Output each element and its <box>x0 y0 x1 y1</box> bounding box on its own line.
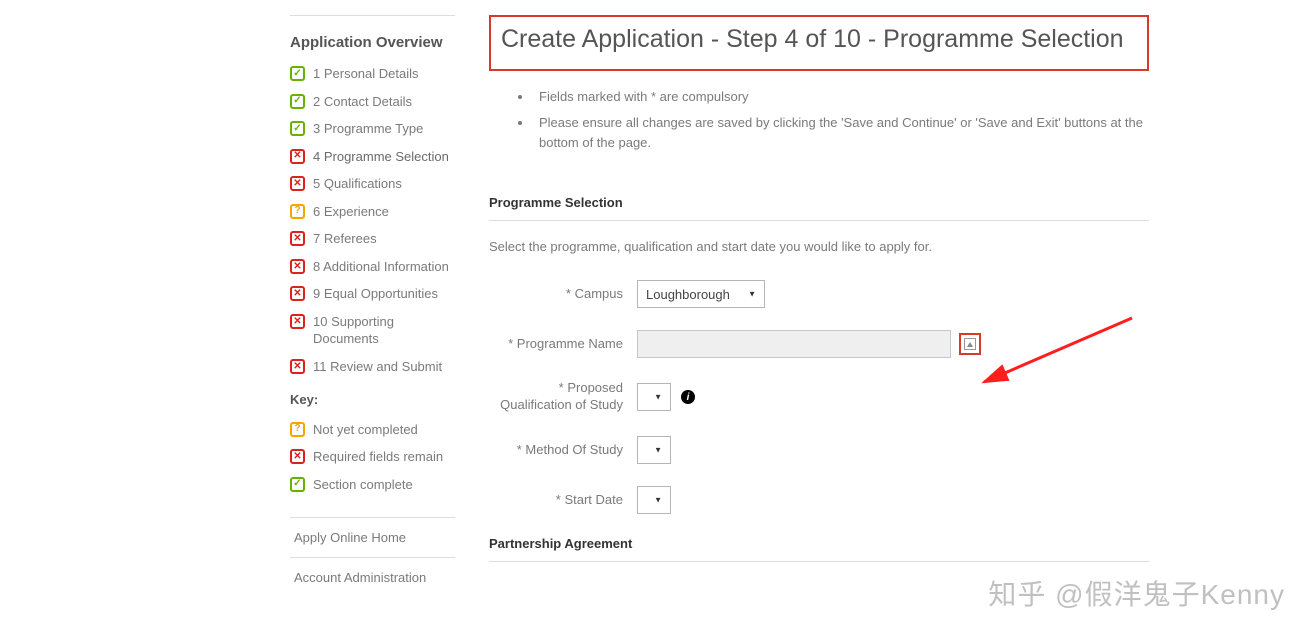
info-item: Fields marked with * are compulsory <box>533 87 1149 107</box>
sidebar-step[interactable]: 7 Referees <box>290 230 455 248</box>
start-date-row: * Start Date <box>489 486 1149 514</box>
programme-name-input[interactable] <box>637 330 951 358</box>
qualification-row: * Proposed Qualification of Study i <box>489 380 1149 414</box>
key-item: Section complete <box>290 476 455 494</box>
page-title-box: Create Application - Step 4 of 10 - Prog… <box>489 15 1149 71</box>
sidebar-step[interactable]: 2 Contact Details <box>290 93 455 111</box>
sidebar-step[interactable]: 11 Review and Submit <box>290 358 455 376</box>
cross-icon <box>290 449 305 464</box>
cross-icon <box>290 176 305 191</box>
sidebar-step-label: 9 Equal Opportunities <box>313 285 438 303</box>
sidebar-link[interactable]: Apply Online Home <box>290 517 455 557</box>
qualification-select[interactable] <box>637 383 671 411</box>
sidebar-step-label: 8 Additional Information <box>313 258 449 276</box>
campus-value: Loughborough <box>646 287 730 302</box>
sidebar-step[interactable]: 3 Programme Type <box>290 120 455 138</box>
cross-icon <box>290 149 305 164</box>
key-item: Required fields remain <box>290 448 455 466</box>
key-item: Not yet completed <box>290 421 455 439</box>
method-label: * Method Of Study <box>489 442 637 459</box>
sidebar-heading: Application Overview <box>290 34 455 51</box>
check-icon <box>290 94 305 109</box>
sidebar-link[interactable]: Account Administration <box>290 557 455 597</box>
sidebar-step-label: 11 Review and Submit <box>313 358 442 376</box>
cross-icon <box>290 359 305 374</box>
key-item-label: Not yet completed <box>313 421 418 439</box>
info-icon[interactable]: i <box>681 390 695 404</box>
sidebar-step[interactable]: 8 Additional Information <box>290 258 455 276</box>
campus-row: * Campus Loughborough <box>489 280 1149 308</box>
start-date-label: * Start Date <box>489 492 637 509</box>
step-list: 1 Personal Details 2 Contact Details 3 Pro… <box>290 65 455 376</box>
method-select[interactable] <box>637 436 671 464</box>
campus-label: * Campus <box>489 286 637 303</box>
campus-select[interactable]: Loughborough <box>637 280 765 308</box>
check-icon <box>290 477 305 492</box>
chevron-up-icon <box>964 338 976 350</box>
key-item-label: Required fields remain <box>313 448 443 466</box>
sidebar: Application Overview 1 Personal Details 2… <box>290 15 455 597</box>
sidebar-step-label: 5 Qualifications <box>313 175 402 193</box>
main-content: Create Application - Step 4 of 10 - Prog… <box>489 15 1149 597</box>
sidebar-step-label: 4 Programme Selection <box>313 148 449 166</box>
sidebar-step[interactable]: 9 Equal Opportunities <box>290 285 455 303</box>
programme-name-picker-button[interactable] <box>959 333 981 355</box>
sidebar-step-label: 3 Programme Type <box>313 120 423 138</box>
qualification-label: * Proposed Qualification of Study <box>489 380 637 414</box>
sidebar-links: Apply Online HomeAccount Administration <box>290 517 455 597</box>
page-title: Create Application - Step 4 of 10 - Prog… <box>501 23 1137 57</box>
cross-icon <box>290 286 305 301</box>
section-intro: Select the programme, qualification and … <box>489 239 1149 254</box>
sidebar-step[interactable]: 5 Qualifications <box>290 175 455 193</box>
method-row: * Method Of Study <box>489 436 1149 464</box>
programme-name-label: * Programme Name <box>489 336 637 353</box>
cross-icon <box>290 231 305 246</box>
info-item: Please ensure all changes are saved by c… <box>533 113 1149 153</box>
info-list: Fields marked with * are compulsory Plea… <box>533 87 1149 153</box>
check-icon <box>290 121 305 136</box>
sidebar-step[interactable]: 1 Personal Details <box>290 65 455 83</box>
section2-heading: Partnership Agreement <box>489 536 1149 562</box>
sidebar-step-label: 10 Supporting Documents <box>313 313 455 348</box>
check-icon <box>290 66 305 81</box>
programme-name-row: * Programme Name <box>489 330 1149 358</box>
cross-icon <box>290 314 305 329</box>
sidebar-step[interactable]: 6 Experience <box>290 203 455 221</box>
start-date-select[interactable] <box>637 486 671 514</box>
sidebar-step-label: 1 Personal Details <box>313 65 419 83</box>
sidebar-step-label: 7 Referees <box>313 230 377 248</box>
question-icon <box>290 422 305 437</box>
sidebar-step-label: 6 Experience <box>313 203 389 221</box>
key-heading: Key: <box>290 392 455 407</box>
section-heading: Programme Selection <box>489 195 1149 221</box>
sidebar-step[interactable]: 10 Supporting Documents <box>290 313 455 348</box>
sidebar-step-label: 2 Contact Details <box>313 93 412 111</box>
key-list: Not yet completed Required fields remain S… <box>290 421 455 494</box>
key-item-label: Section complete <box>313 476 413 494</box>
cross-icon <box>290 259 305 274</box>
sidebar-step[interactable]: 4 Programme Selection <box>290 148 455 166</box>
question-icon <box>290 204 305 219</box>
